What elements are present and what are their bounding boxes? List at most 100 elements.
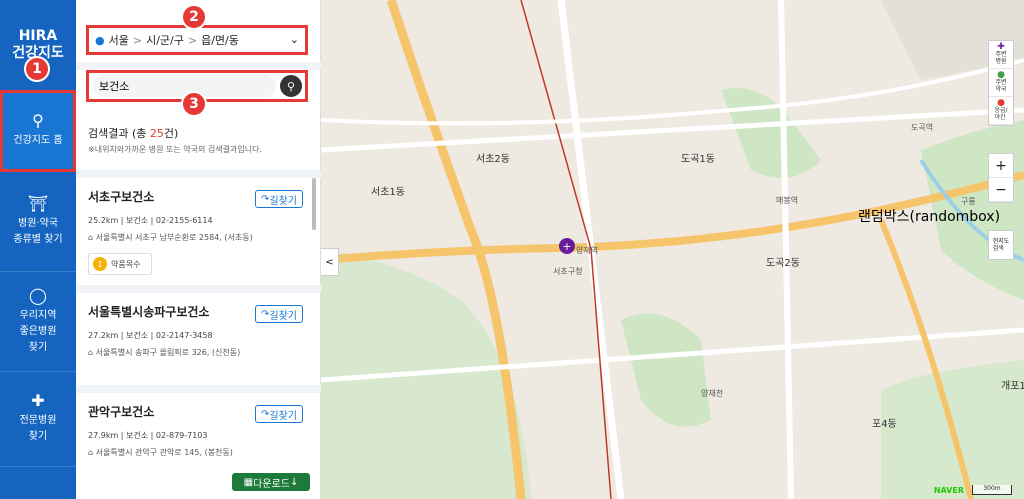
scrollbar[interactable]: [312, 178, 316, 230]
naver-logo: NAVER: [933, 486, 964, 495]
facility-type: 보건소: [126, 431, 149, 440]
chevron-left-icon: <: [325, 256, 334, 268]
facility-meta: 27.2km | 보건소 | 02-2147-3458: [88, 331, 213, 340]
map-label: 서초구청: [553, 267, 583, 276]
map-label: 서초1동: [371, 187, 405, 198]
facility-address: ⌂ 서울특별시 송파구 올림픽로 326, (신천동): [88, 348, 241, 357]
pharmacy-count-tag[interactable]: 1 약품목수: [88, 253, 152, 275]
map-roads: [321, 0, 1024, 499]
directions-label: 길찾기: [269, 410, 297, 422]
facility-phone: 02-2147-3458: [155, 331, 213, 340]
facility-address-text: 서울특별시 서초구 남부순환로 2584, (서초동): [95, 233, 253, 242]
map-label: 개포1: [1001, 381, 1024, 392]
nav-item-home[interactable]: ⚲ 건강지도 홈: [0, 90, 76, 172]
nav-item-home-label: 건강지도 홈: [13, 134, 63, 146]
pharmacy-count-label: 약품목수: [111, 259, 141, 269]
zoom-controls: + −: [988, 153, 1014, 203]
plus-icon: +: [562, 239, 572, 253]
download-button[interactable]: ▦ 다운로드 ↓: [232, 473, 310, 491]
map-view[interactable]: < 서초2동 도곡1동 도곡2동 양재역 양재천 서초구청 서초1동 매봉역 도…: [321, 0, 1024, 499]
result-summary-prefix: 검색결과 (총: [88, 127, 150, 140]
location-icon: ⚲: [32, 110, 44, 130]
directions-button[interactable]: ↷ 길찾기: [255, 305, 303, 323]
nav-item-good-hospital-label: 우리지역 좋은병원 찾기: [19, 309, 57, 353]
nav-item-specialty-label: 전문병원 찾기: [19, 415, 57, 442]
chevron-down-icon: ⌄: [289, 33, 299, 46]
chevron-right-icon: >: [187, 33, 198, 47]
map-label: 서초2동: [476, 154, 510, 165]
nearby-pharmacy-label: 주변 약국: [995, 79, 1007, 93]
nav-item-by-type-label: 병원·약국 종류별 찾기: [13, 217, 63, 245]
result-note: ※내위치와가까운 병원 또는 약국의 검색결과입니다.: [88, 145, 262, 154]
divider: [76, 62, 321, 70]
nearby-hospital-label: 주변 병원: [995, 51, 1007, 65]
annotation-badge-3: 3: [181, 91, 207, 117]
zoom-in-button[interactable]: +: [989, 154, 1013, 178]
result-summary: 검색결과 (총 25건): [88, 125, 178, 141]
pharmacy-count: 1: [93, 257, 107, 271]
location-district: 시/군/구: [146, 34, 184, 47]
emergency-button[interactable]: ● 응급/ 야간: [989, 97, 1013, 125]
search-button[interactable]: ⚲: [280, 75, 302, 97]
search-panel: ● 서울 > 시/군/구 > 읍/면/동 ⌄ ⚲ 검색결과 (총 25건) ※내…: [76, 0, 321, 499]
search-this-area-button[interactable]: 현지도 검색: [988, 230, 1014, 260]
map-label: 매봉역: [776, 196, 799, 205]
list-item[interactable]: 서초구보건소 ↷ 길찾기 25.2km | 보건소 | 02-2155-6114 …: [76, 170, 321, 285]
facility-type: 보건소: [126, 216, 149, 225]
location-town: 읍/면/동: [201, 34, 239, 47]
facility-address: ⌂ 서울특별시 관악구 관악로 145, (봉천동): [88, 448, 233, 457]
medical-icon: ✚: [31, 391, 45, 410]
selected-location-marker[interactable]: +: [559, 238, 575, 254]
facility-distance: 27.2km: [88, 331, 119, 340]
annotation-badge-1: 1: [24, 56, 50, 82]
zoom-out-button[interactable]: −: [989, 178, 1013, 202]
result-list: 서초구보건소 ↷ 길찾기 25.2km | 보건소 | 02-2155-6114 …: [76, 170, 321, 470]
map-label: 양재역: [576, 246, 599, 255]
list-item[interactable]: 관악구보건소 ↷ 길찾기 27.9km | 보건소 | 02-879-7103 ⌂…: [76, 385, 321, 470]
directions-label: 길찾기: [269, 195, 297, 207]
facility-distance: 25.2km: [88, 216, 119, 225]
pill-icon: ●: [997, 70, 1005, 80]
facility-address-text: 서울특별시 관악구 관악로 145, (봉천동): [95, 448, 233, 457]
directions-label: 길찾기: [269, 310, 297, 322]
map-scale: 300m: [972, 485, 1012, 495]
nav-item-specialty[interactable]: ✚ 전문병원 찾기: [0, 372, 76, 467]
search-this-area-label: 현지도 검색: [992, 238, 1010, 252]
facility-phone: 02-879-7103: [155, 431, 208, 440]
map-label: 양재천: [701, 389, 724, 398]
annotation-badge-2: 2: [181, 4, 207, 30]
facility-distance: 27.9km: [88, 431, 119, 440]
nearby-pharmacy-button[interactable]: ● 주변 약국: [989, 69, 1013, 97]
map-label: 도곡1동: [681, 154, 715, 165]
emergency-label: 응급/ 야간: [994, 107, 1008, 121]
map-label: 포4동: [872, 419, 897, 430]
hospital-icon: ⛩: [27, 193, 49, 213]
nav-item-good-hospital[interactable]: ◯ 우리지역 좋은병원 찾기: [0, 272, 76, 372]
facility-meta: 25.2km | 보건소 | 02-2155-6114: [88, 216, 213, 225]
facility-type: 보건소: [126, 331, 149, 340]
facility-address-text: 서울특별시 송파구 올림픽로 326, (신천동): [95, 348, 241, 357]
download-label: 다운로드: [253, 478, 290, 490]
collapse-panel-button[interactable]: <: [321, 248, 339, 276]
directions-button[interactable]: ↷ 길찾기: [255, 405, 303, 423]
chevron-right-icon: >: [132, 33, 143, 47]
facility-phone: 02-2155-6114: [155, 216, 213, 225]
result-count: 25: [149, 127, 164, 140]
map-filter-controls: ✚ 주변 병원 ● 주변 약국 ● 응급/ 야간: [988, 40, 1014, 126]
pin-icon: ●: [95, 33, 105, 47]
binoculars-icon: ◯: [29, 285, 47, 305]
result-summary-suffix: 건): [163, 127, 179, 140]
facility-address: ⌂ 서울특별시 서초구 남부순환로 2584, (서초동): [88, 233, 253, 242]
map-label: 도곡역: [911, 123, 934, 132]
directions-button[interactable]: ↷ 길찾기: [255, 190, 303, 208]
logo-line1: HIRA: [18, 28, 58, 44]
emergency-icon: ●: [997, 98, 1005, 108]
list-item[interactable]: 서울특별시송파구보건소 ↷ 길찾기 27.2km | 보건소 | 02-2147-…: [76, 285, 321, 385]
plus-icon: ✚: [997, 42, 1005, 52]
nearby-hospital-button[interactable]: ✚ 주변 병원: [989, 41, 1013, 69]
facility-meta: 27.9km | 보건소 | 02-879-7103: [88, 431, 208, 440]
search-icon: ⚲: [286, 79, 296, 93]
map-label: 도곡2동: [766, 258, 800, 269]
nav-item-by-type[interactable]: ⛩ 병원·약국 종류별 찾기: [0, 172, 76, 272]
random-box-label: 랜덤박스(randombox): [858, 209, 1001, 225]
